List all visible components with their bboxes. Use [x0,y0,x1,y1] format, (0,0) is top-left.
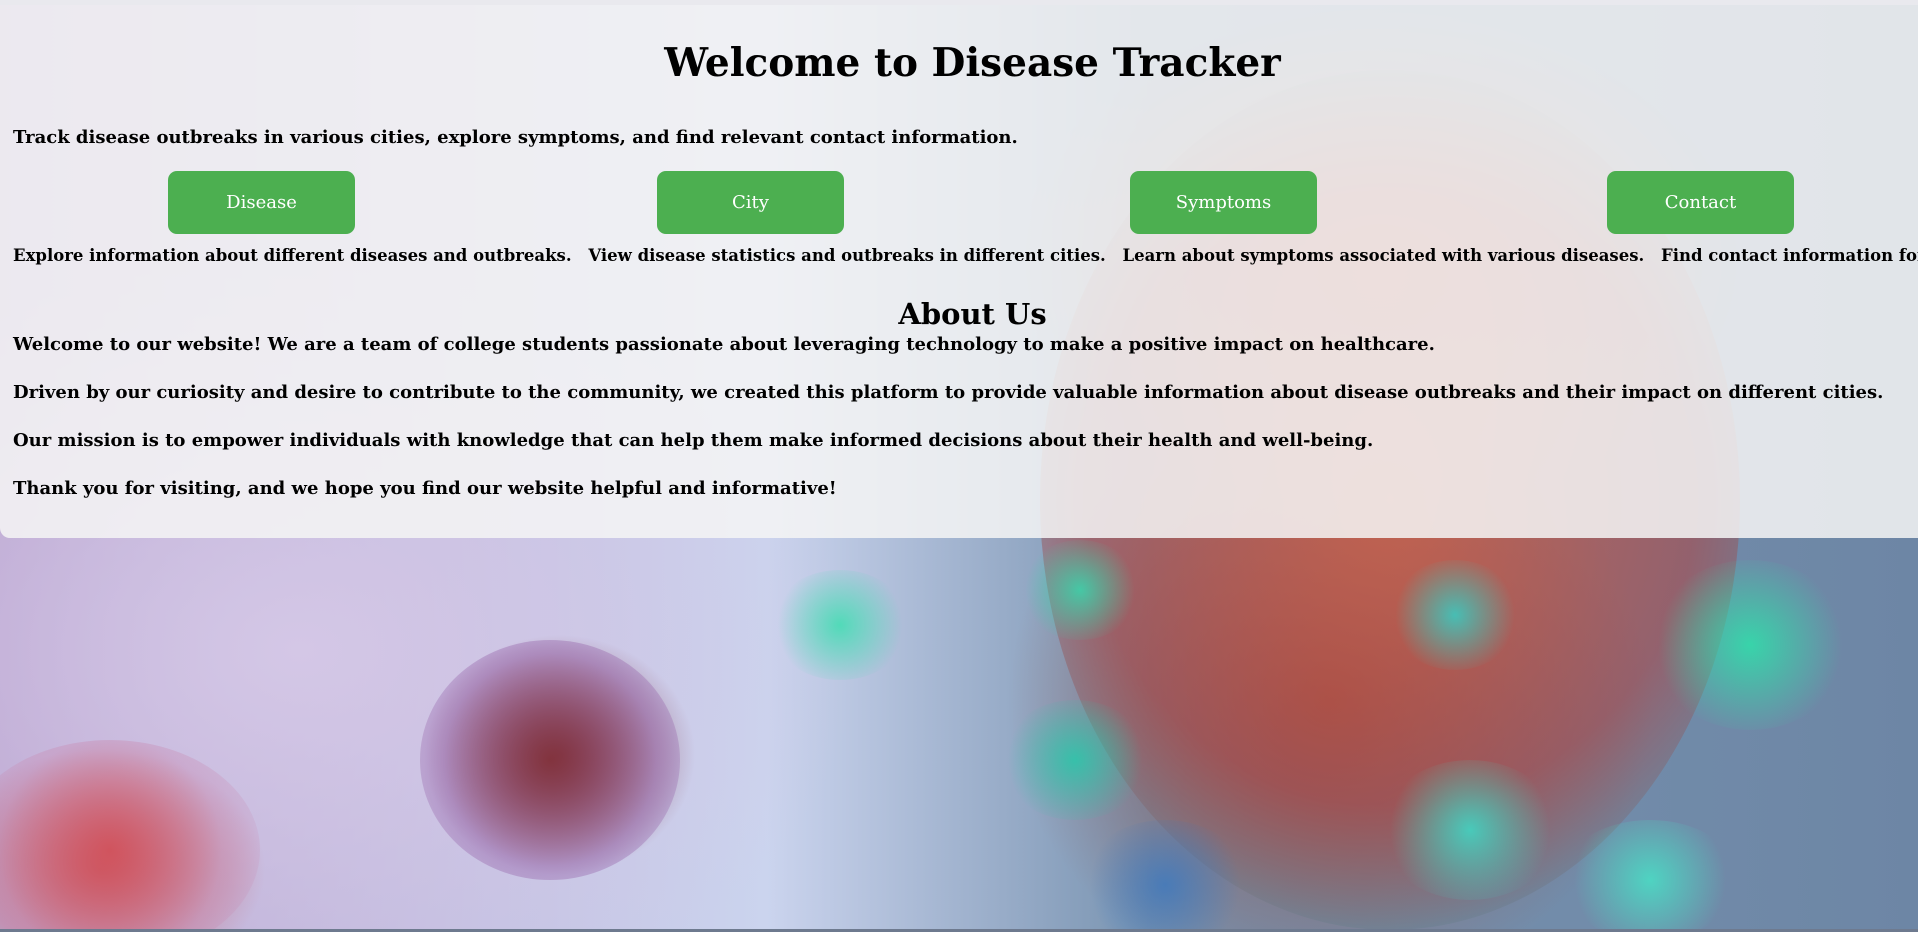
contact-description: Find contact information for relevant he… [1660,246,1918,265]
about-heading: About Us [898,297,1047,331]
symptoms-description: Learn about symptoms associated with var… [1122,246,1645,265]
symptoms-button[interactable]: Symptoms [1130,171,1317,234]
section-descriptions: Explore information about different dise… [13,246,1918,265]
about-paragraph: Driven by our curiosity and desire to co… [13,382,1884,403]
about-paragraph: Thank you for visiting, and we hope you … [13,478,837,499]
city-button[interactable]: City [657,171,844,234]
disease-description: Explore information about different dise… [13,246,572,265]
city-description: View disease statistics and outbreaks in… [588,246,1106,265]
disease-button[interactable]: Disease [168,171,355,234]
page-title: Welcome to Disease Tracker [664,40,1281,86]
intro-text: Track disease outbreaks in various citie… [13,127,1018,148]
about-paragraph: Our mission is to empower individuals wi… [13,430,1374,451]
contact-button[interactable]: Contact [1607,171,1794,234]
about-paragraph: Welcome to our website! We are a team of… [13,334,1435,355]
